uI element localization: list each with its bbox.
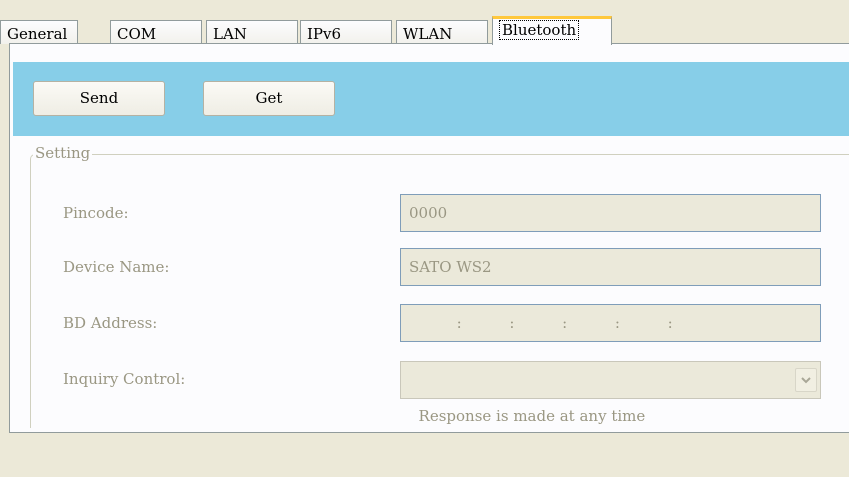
- inquiry-control-value: Response is made at any time: [418, 407, 646, 425]
- tab-wlan[interactable]: WLAN: [396, 20, 488, 44]
- tab-bluetooth[interactable]: Bluetooth: [492, 16, 612, 45]
- setting-legend: Setting: [33, 144, 93, 162]
- tab-label: LAN: [213, 25, 247, 43]
- tab-label: WLAN: [403, 25, 453, 43]
- inquiry-control-label: Inquiry Control:: [63, 370, 186, 388]
- device-name-label: Device Name:: [63, 258, 170, 276]
- tab-lan[interactable]: LAN: [206, 20, 298, 44]
- tab-label: Bluetooth: [499, 20, 580, 40]
- tab-general[interactable]: General: [0, 20, 78, 44]
- inquiry-control-select[interactable]: Response is made at any time: [400, 361, 821, 425]
- bd-address-field[interactable]: : : : : :: [400, 304, 821, 342]
- tab-label: General: [7, 25, 68, 43]
- send-button[interactable]: Send: [33, 81, 165, 116]
- bd-address-label: BD Address:: [63, 314, 158, 332]
- tab-label: COM: [117, 25, 157, 43]
- tab-label: IPv6: [307, 25, 342, 43]
- get-button[interactable]: Get: [203, 81, 335, 116]
- tab-strip: General COM LAN IPv6 WLAN Bluetooth: [0, 14, 849, 45]
- dropdown-button[interactable]: [795, 368, 817, 392]
- pincode-field[interactable]: 0000: [400, 194, 821, 232]
- tab-ipv6[interactable]: IPv6: [300, 20, 392, 44]
- pincode-label: Pincode:: [63, 204, 129, 222]
- device-name-field[interactable]: SATO WS2: [400, 248, 821, 286]
- chevron-down-icon: [801, 377, 811, 384]
- tab-com[interactable]: COM: [110, 20, 202, 44]
